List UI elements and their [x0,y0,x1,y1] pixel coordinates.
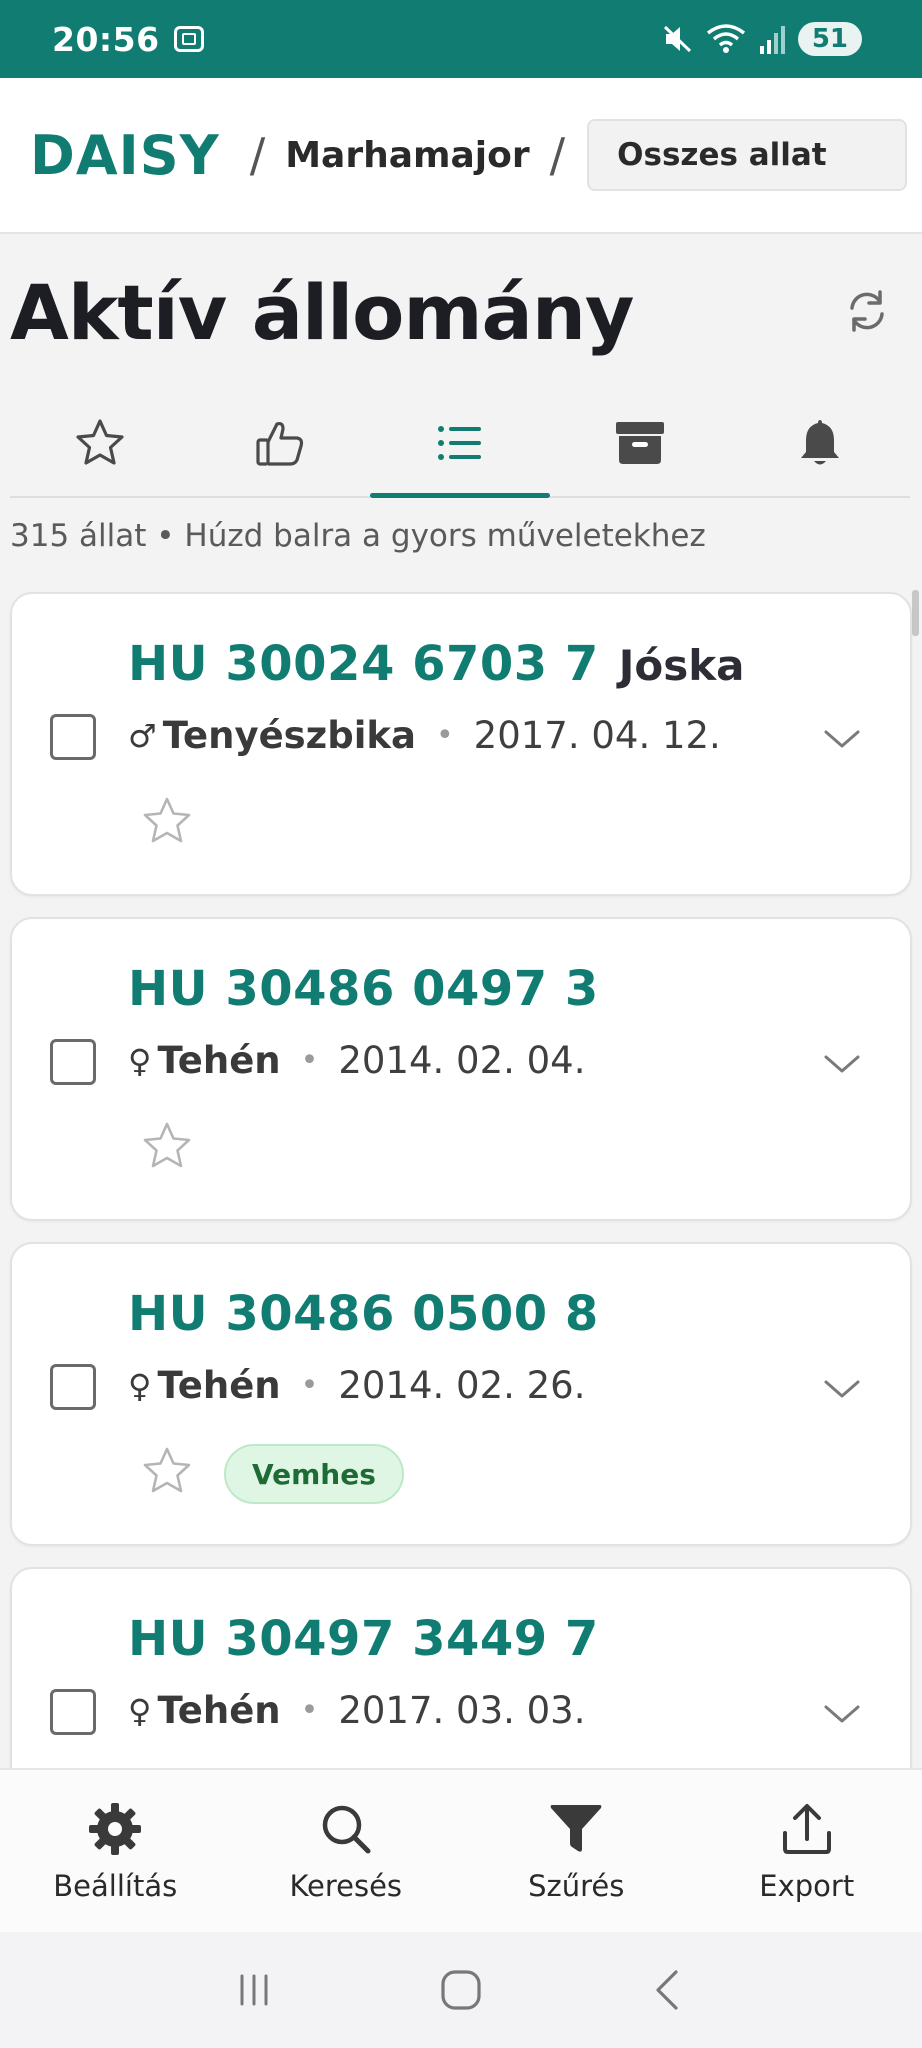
status-bar: 20:56 51 [0,0,922,78]
gear-icon [89,1803,142,1855]
animal-meta: ♀ Tehén • 2017. 03. 03. [128,1689,585,1732]
animal-meta: ♀ Tehén • 2014. 02. 04. [128,1039,585,1082]
upload-icon [782,1804,831,1854]
animal-type: Tehén [157,1039,281,1082]
tab-list[interactable] [370,390,550,498]
animal-id[interactable]: HU 30024 6703 7 [128,636,599,692]
filter-icon [550,1805,602,1852]
bottom-action-bar: Beállítás Keresés Szűrés Export [0,1768,922,1932]
chevron-down-icon[interactable] [822,1049,862,1079]
animal-type: Tenyészbika [162,714,416,757]
select-checkbox[interactable] [50,1364,96,1410]
animal-id[interactable]: HU 30486 0497 3 [128,961,599,1017]
chevron-down-icon[interactable] [822,1699,862,1729]
export-label: Export [759,1869,855,1903]
battery-indicator: 51 [797,22,862,56]
star-icon[interactable] [140,1119,194,1173]
refresh-icon[interactable] [842,286,892,336]
app-header: DAISY / Marhamajor / Osszes allat [0,78,922,234]
archive-icon [616,422,664,464]
female-icon: ♀ [128,1691,152,1730]
view-tabs [10,390,910,498]
select-checkbox[interactable] [50,714,96,760]
male-icon: ♂ [128,716,157,755]
select-checkbox[interactable] [50,1689,96,1735]
filter-button[interactable]: Szűrés [461,1770,692,1932]
back-icon[interactable] [644,1966,692,2014]
status-badge: Vemhes [224,1444,404,1504]
select-checkbox[interactable] [50,1039,96,1085]
meta-separator: • [300,1368,319,1403]
birth-date: 2017. 04. 12. [473,714,721,757]
breadcrumb-separator: / [249,128,266,182]
system-nav-bar [0,1932,922,2048]
scrollbar[interactable] [912,590,919,636]
birth-date: 2014. 02. 04. [338,1039,586,1082]
star-icon[interactable] [140,794,194,848]
tab-favorites[interactable] [10,390,190,496]
tab-liked[interactable] [190,390,370,496]
filter-label: Szűrés [528,1869,625,1903]
star-icon [76,419,124,465]
meta-separator: • [300,1693,319,1728]
animal-id[interactable]: HU 30497 3449 7 [128,1611,599,1667]
chevron-down-icon[interactable] [822,1374,862,1404]
animal-id[interactable]: HU 30486 0500 8 [128,1286,599,1342]
star-icon[interactable] [140,1444,194,1498]
animal-name: Jóska [618,641,745,690]
breadcrumb-farm[interactable]: Marhamajor [285,135,529,176]
search-button[interactable]: Keresés [231,1770,462,1932]
home-icon[interactable] [437,1966,485,2014]
export-button[interactable]: Export [692,1770,922,1932]
female-icon: ♀ [128,1366,152,1405]
animal-card[interactable]: HU 30486 0500 8 ♀ Tehén • 2014. 02. 26. … [10,1242,912,1546]
meta-separator: • [300,1043,319,1078]
animal-type: Tehén [157,1689,281,1732]
list-icon [438,426,481,460]
brand-logo[interactable]: DAISY [30,124,220,187]
settings-button[interactable]: Beállítás [0,1770,231,1932]
animal-card[interactable]: HU 30024 6703 7 Jóska ♂ Tenyészbika • 20… [10,592,912,896]
mute-icon [663,25,691,53]
search-icon [322,1805,371,1854]
recent-apps-icon[interactable] [230,1966,278,2014]
tab-archive[interactable] [550,390,730,496]
tab-notifications[interactable] [730,390,910,496]
chevron-down-icon[interactable] [822,724,862,754]
list-hint: 315 állat • Húzd balra a gyors műveletek… [10,518,706,554]
settings-label: Beállítás [53,1869,178,1903]
animal-meta: ♀ Tehén • 2014. 02. 26. [128,1364,585,1407]
page-title: Aktív állomány [10,268,634,357]
breadcrumb-separator: / [549,128,566,182]
screen-record-icon [173,26,204,52]
wifi-icon [706,24,745,53]
birth-date: 2014. 02. 26. [338,1364,586,1407]
status-time: 20:56 [52,19,160,59]
meta-separator: • [435,718,454,753]
bell-icon [801,420,839,465]
animal-meta: ♂ Tenyészbika • 2017. 04. 12. [128,714,721,757]
birth-date: 2017. 03. 03. [338,1689,586,1732]
animal-type: Tehén [157,1364,281,1407]
search-label: Keresés [289,1869,403,1903]
animal-card[interactable]: HU 30486 0497 3 ♀ Tehén • 2014. 02. 04. [10,917,912,1221]
signal-icon [759,26,785,54]
female-icon: ♀ [128,1041,152,1080]
thumbs-up-icon [256,421,304,466]
animal-group-select[interactable]: Osszes allat [587,119,908,191]
